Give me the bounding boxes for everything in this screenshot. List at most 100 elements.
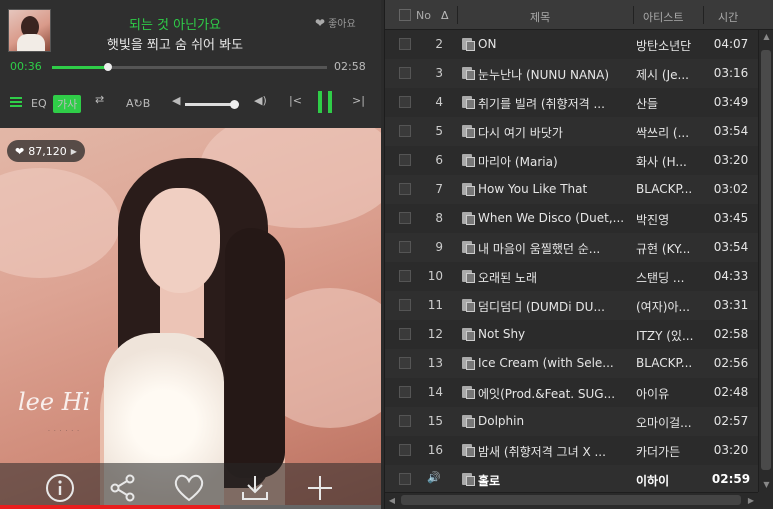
lyrics-doc-icon[interactable] <box>462 183 475 196</box>
row-title[interactable]: 눈누난나 (NUNU NANA) <box>478 66 626 83</box>
row-artist[interactable]: BLACKP... <box>636 182 708 196</box>
playlist-row[interactable]: 3 눈누난나 (NUNU NANA) 제시 (Je... 03:16 <box>385 59 758 88</box>
row-title[interactable]: 다시 여기 바닷가 <box>478 124 626 141</box>
row-artist[interactable]: 화사 (H... <box>636 153 708 170</box>
row-artist[interactable]: 박진영 <box>636 211 708 228</box>
album-thumbnail[interactable] <box>8 9 51 52</box>
eq-button[interactable]: EQ <box>31 97 47 110</box>
row-title[interactable]: Ice Cream (with Sele... <box>478 356 626 370</box>
horizontal-scroll-thumb[interactable] <box>401 495 741 505</box>
row-checkbox[interactable] <box>399 415 411 427</box>
lyrics-doc-icon[interactable] <box>462 125 475 138</box>
scroll-right-icon[interactable]: ▶ <box>744 493 758 508</box>
row-title[interactable]: 홀로 <box>478 472 626 489</box>
row-checkbox[interactable] <box>399 125 411 137</box>
lyrics-doc-icon[interactable] <box>462 328 475 341</box>
info-icon[interactable] <box>45 473 75 503</box>
row-artist[interactable]: ITZY (있... <box>636 327 708 344</box>
lyrics-doc-icon[interactable] <box>462 67 475 80</box>
row-title[interactable]: 내 마음이 움찔했던 순... <box>478 240 626 257</box>
row-artist[interactable]: 스탠딩 ... <box>636 269 708 286</box>
lyrics-doc-icon[interactable] <box>462 299 475 312</box>
select-all-checkbox[interactable] <box>399 9 411 21</box>
header-no[interactable]: No <box>416 9 431 22</box>
row-checkbox[interactable] <box>399 270 411 282</box>
progress-bar[interactable] <box>52 63 327 71</box>
row-checkbox[interactable] <box>399 38 411 50</box>
row-title[interactable]: 덤디덤디 (DUMDi DU... <box>478 298 626 315</box>
row-checkbox[interactable] <box>399 473 411 485</box>
row-artist[interactable]: 싹쓰리 (... <box>636 124 708 141</box>
pause-icon[interactable] <box>318 91 334 113</box>
playlist-row[interactable]: 9 내 마음이 움찔했던 순... 규현 (KY... 03:54 <box>385 233 758 262</box>
likes-badge[interactable]: ❤ 87,120 ▶ <box>7 140 85 162</box>
row-checkbox[interactable] <box>399 386 411 398</box>
playlist-row[interactable]: 6 마리아 (Maria) 화사 (H... 03:20 <box>385 146 758 175</box>
lyrics-doc-icon[interactable] <box>462 415 475 428</box>
song-title[interactable]: 되는 것 아닌가요 <box>60 14 290 33</box>
heart-outline-icon[interactable] <box>172 473 206 503</box>
row-artist[interactable]: 산들 <box>636 95 708 112</box>
row-checkbox[interactable] <box>399 444 411 456</box>
scroll-up-icon[interactable]: ▲ <box>759 30 773 44</box>
repeat-icon[interactable]: ⇄ <box>95 93 104 106</box>
like-button[interactable]: ❤ 좋아요 <box>315 15 356 31</box>
row-title[interactable]: How You Like That <box>478 182 626 196</box>
row-artist[interactable]: 오마이걸... <box>636 414 708 431</box>
share-icon[interactable] <box>108 473 138 503</box>
playlist-row[interactable]: 14 에잇(Prod.&Feat. SUG... 아이유 02:48 <box>385 378 758 407</box>
row-artist[interactable]: 제시 (Je... <box>636 66 708 83</box>
row-checkbox[interactable] <box>399 299 411 311</box>
playlist-row[interactable]: 12 Not Shy ITZY (있... 02:58 <box>385 320 758 349</box>
header-time[interactable]: 시간 <box>718 9 738 25</box>
playlist-row[interactable]: 7 How You Like That BLACKP... 03:02 <box>385 175 758 204</box>
row-checkbox[interactable] <box>399 183 411 195</box>
row-checkbox[interactable] <box>399 67 411 79</box>
lyrics-doc-icon[interactable] <box>462 357 475 370</box>
vertical-scroll-thumb[interactable] <box>761 50 771 470</box>
row-artist[interactable]: 카더가든 <box>636 443 708 460</box>
row-checkbox[interactable] <box>399 154 411 166</box>
lyrics-doc-icon[interactable] <box>462 212 475 225</box>
lyrics-doc-icon[interactable] <box>462 154 475 167</box>
download-icon[interactable] <box>240 473 270 503</box>
volume-slider[interactable] <box>185 100 239 109</box>
row-title[interactable]: ON <box>478 37 626 51</box>
row-checkbox[interactable] <box>399 96 411 108</box>
row-artist[interactable]: (여자)아... <box>636 298 708 315</box>
playlist-row[interactable]: 5 다시 여기 바닷가 싹쓰리 (... 03:54 <box>385 117 758 146</box>
lyrics-doc-icon[interactable] <box>462 96 475 109</box>
row-checkbox[interactable] <box>399 357 411 369</box>
vertical-scrollbar[interactable]: ▲ ▼ <box>758 30 773 492</box>
volume-knob[interactable] <box>229 100 239 109</box>
row-title[interactable]: 밤새 (취향저격 그녀 X ... <box>478 443 626 460</box>
header-artist[interactable]: 아티스트 <box>643 9 683 25</box>
lyrics-button[interactable]: 가사 <box>53 95 82 113</box>
row-title[interactable]: Not Shy <box>478 327 626 341</box>
playlist-row[interactable]: 16 밤새 (취향저격 그녀 X ... 카더가든 03:20 <box>385 436 758 465</box>
sort-icon[interactable]: Δ <box>441 9 449 22</box>
row-checkbox[interactable] <box>399 212 411 224</box>
playlist-row[interactable]: 11 덤디덤디 (DUMDi DU... (여자)아... 03:31 <box>385 291 758 320</box>
row-artist[interactable]: 방탄소년단 <box>636 37 708 54</box>
progress-knob[interactable] <box>103 63 112 71</box>
row-checkbox[interactable] <box>399 328 411 340</box>
volume-high-icon[interactable]: ◀) <box>254 94 267 107</box>
playlist-row[interactable]: 10 오래된 노래 스탠딩 ... 04:33 <box>385 262 758 291</box>
row-title[interactable]: When We Disco (Duet,... <box>478 211 626 225</box>
header-title[interactable]: 제목 <box>530 9 550 25</box>
row-title[interactable]: 오래된 노래 <box>478 269 626 286</box>
row-artist[interactable]: 규현 (KY... <box>636 240 708 257</box>
playlist-row[interactable]: 13 Ice Cream (with Sele... BLACKP... 02:56 <box>385 349 758 378</box>
volume-low-icon[interactable]: ◀ <box>172 94 180 107</box>
row-title[interactable]: 마리아 (Maria) <box>478 153 626 170</box>
scroll-down-icon[interactable]: ▼ <box>759 478 773 492</box>
row-artist[interactable]: 아이유 <box>636 385 708 402</box>
ab-repeat-button[interactable]: A↻B <box>126 97 150 110</box>
lyrics-doc-icon[interactable] <box>462 386 475 399</box>
horizontal-scrollbar[interactable]: ◀ ▶ <box>385 492 758 507</box>
playlist-row[interactable]: 2 ON 방탄소년단 04:07 <box>385 30 758 59</box>
playlist-row[interactable]: 4 취기를 빌려 (취향저격 ... 산들 03:49 <box>385 88 758 117</box>
playlist-row[interactable]: 🔊 홀로 이하이 02:59 <box>385 465 758 494</box>
scroll-left-icon[interactable]: ◀ <box>385 493 399 508</box>
